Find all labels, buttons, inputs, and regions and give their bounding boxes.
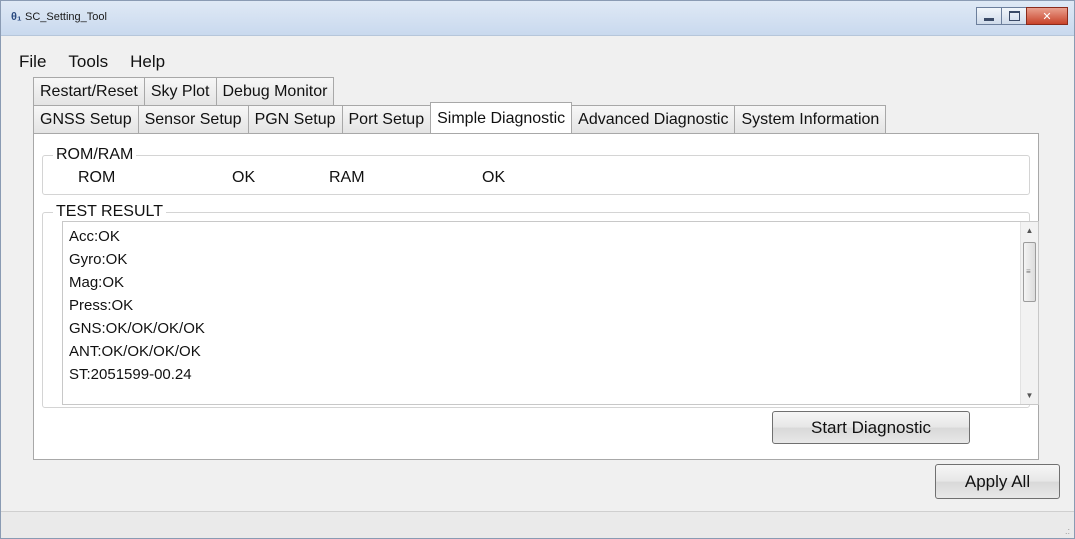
list-item: Mag:OK bbox=[69, 274, 125, 291]
app-icon: θ₁ bbox=[11, 11, 22, 23]
rom-ram-title: ROM/RAM bbox=[53, 145, 137, 165]
close-button[interactable]: ✕ bbox=[1026, 7, 1068, 25]
app-window: θ₁ SC_Setting_Tool ✕ File Tools Help Res… bbox=[0, 0, 1075, 539]
tab-advanced-diagnostic[interactable]: Advanced Diagnostic bbox=[571, 105, 736, 133]
vertical-scrollbar[interactable]: ▲ ≡ ▼ bbox=[1020, 222, 1038, 404]
grip-icon: ≡ bbox=[1026, 267, 1031, 276]
close-icon: ✕ bbox=[1042, 10, 1052, 23]
list-item: ANT:OK/OK/OK/OK bbox=[69, 343, 201, 360]
apply-all-button[interactable]: Apply All bbox=[935, 464, 1060, 499]
menu-help[interactable]: Help bbox=[130, 51, 165, 73]
scrollbar-thumb[interactable]: ≡ bbox=[1023, 242, 1036, 302]
scroll-down-arrow-icon[interactable]: ▼ bbox=[1021, 387, 1038, 404]
menu-tools[interactable]: Tools bbox=[68, 51, 108, 73]
menu-file[interactable]: File bbox=[19, 51, 46, 73]
tab-restart-reset[interactable]: Restart/Reset bbox=[33, 77, 145, 105]
list-item: Gyro:OK bbox=[69, 251, 128, 268]
tab-system-information[interactable]: System Information bbox=[734, 105, 887, 133]
window-title: SC_Setting_Tool bbox=[25, 11, 107, 23]
minimize-button[interactable] bbox=[976, 7, 1002, 25]
menu-bar: File Tools Help bbox=[19, 51, 187, 73]
tab-sensor-setup[interactable]: Sensor Setup bbox=[137, 105, 249, 133]
start-diagnostic-button[interactable]: Start Diagnostic bbox=[772, 411, 970, 444]
maximize-button[interactable] bbox=[1001, 7, 1027, 25]
status-bar: .: bbox=[1, 511, 1074, 538]
scroll-up-arrow-icon[interactable]: ▲ bbox=[1021, 222, 1038, 239]
tab-pgn-setup[interactable]: PGN Setup bbox=[247, 105, 343, 133]
tab-sky-plot[interactable]: Sky Plot bbox=[143, 77, 217, 105]
list-item: Press:OK bbox=[69, 297, 134, 314]
tab-port-setup[interactable]: Port Setup bbox=[341, 105, 432, 133]
tab-gnss-setup[interactable]: GNSS Setup bbox=[33, 105, 139, 133]
test-result-title: TEST RESULT bbox=[53, 202, 166, 222]
window-controls: ✕ bbox=[976, 7, 1068, 27]
list-item: Acc:OK bbox=[69, 228, 120, 245]
tab-row-lower: GNSS Setup Sensor Setup PGN Setup Port S… bbox=[33, 102, 887, 133]
test-result-lines: Acc:OK Gyro:OK Mag:OK Press:OK GNS:OK/OK… bbox=[69, 225, 205, 386]
rom-status: OK bbox=[232, 169, 256, 186]
resize-grip-icon[interactable]: .: bbox=[1065, 527, 1070, 536]
test-result-group: TEST RESULT Acc:OK Gyro:OK Mag:OK Press:… bbox=[42, 202, 1039, 408]
simple-diagnostic-panel: ROM/RAM ROM OK RAM OK TEST RESULT Acc:OK… bbox=[33, 133, 1039, 460]
minimize-icon bbox=[984, 17, 994, 21]
list-item: ST:2051599-00.24 bbox=[69, 366, 192, 383]
maximize-icon bbox=[1008, 11, 1020, 21]
tab-debug-monitor[interactable]: Debug Monitor bbox=[215, 77, 335, 105]
rom-label: ROM bbox=[78, 169, 116, 186]
ram-label: RAM bbox=[329, 169, 365, 186]
ram-status: OK bbox=[482, 169, 506, 186]
test-result-list[interactable]: Acc:OK Gyro:OK Mag:OK Press:OK GNS:OK/OK… bbox=[62, 221, 1039, 405]
rom-ram-group: ROM/RAM ROM OK RAM OK bbox=[42, 145, 1030, 195]
title-bar[interactable]: θ₁ SC_Setting_Tool ✕ bbox=[1, 1, 1074, 36]
list-item: GNS:OK/OK/OK/OK bbox=[69, 320, 205, 337]
tab-simple-diagnostic[interactable]: Simple Diagnostic bbox=[430, 102, 573, 133]
tab-row-upper: Restart/Reset Sky Plot Debug Monitor bbox=[33, 77, 335, 105]
